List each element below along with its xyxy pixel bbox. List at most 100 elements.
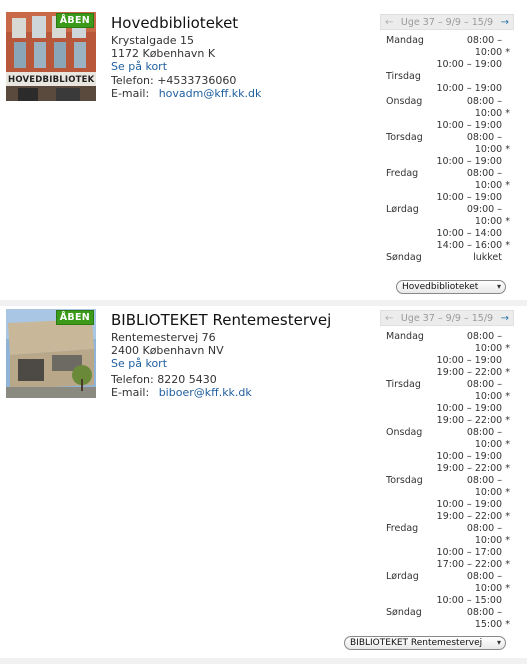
hours-text: 10:00 * [474, 144, 510, 155]
email-line: E-mail: biboer@kff.kk.dk [111, 386, 351, 399]
schedule-row: 10:00 – 19:00 [386, 192, 510, 204]
hours-text: 19:00 – 22:00 * [436, 463, 510, 474]
library-info: BIBLIOTEKET Rentemestervej Rentemesterve… [111, 311, 351, 399]
schedule-row: 10:00 – 17:00 [386, 547, 510, 559]
day-name: Torsdag [386, 475, 423, 486]
hours-text: 10:00 * [474, 108, 510, 119]
library-info: Hovedbiblioteket Krystalgade 15 1172 Køb… [111, 14, 351, 100]
schedule-row: Lørdag 08:00 – [386, 571, 510, 583]
hours-text: 10:00 * [474, 535, 510, 546]
schedule-row: Fredag 08:00 – [386, 523, 510, 535]
schedule-row: 10:00 * [386, 47, 510, 59]
hours-text: 10:00 – 19:00 [436, 355, 502, 366]
email-link[interactable]: hovadm@kff.kk.dk [159, 87, 262, 100]
hours-text: 10:00 – 19:00 [436, 59, 502, 70]
day-name: Tirsdag [386, 379, 421, 390]
day-name: Mandag [386, 331, 424, 342]
schedule-row: 10:00 * [386, 144, 510, 156]
map-link[interactable]: Se på kort [111, 60, 351, 73]
open-status-badge: ÅBEN [55, 13, 94, 28]
hours-text: 10:00 * [474, 180, 510, 191]
hours-text: 08:00 – [466, 571, 502, 582]
schedule-row: 19:00 – 22:00 * [386, 367, 510, 379]
hours-text: 10:00 – 17:00 [436, 547, 502, 558]
postal-city: 2400 København NV [111, 344, 224, 357]
schedule-row: Tirsdag 08:00 – [386, 379, 510, 391]
opening-hours: ← Uge 37 – 9/9 – 15/9 → Mandag 08:00 – 1… [344, 310, 514, 652]
schedule-row: Mandag 08:00 – [386, 35, 510, 47]
hours-text: 10:00 – 19:00 [436, 451, 502, 462]
schedule-row: 19:00 – 22:00 * [386, 463, 510, 475]
email-label: E-mail: [111, 87, 150, 100]
day-name: Onsdag [386, 96, 423, 107]
map-link[interactable]: Se på kort [111, 357, 351, 370]
hours-text: 10:00 * [474, 343, 510, 354]
street-address: Krystalgade 15 [111, 34, 195, 47]
schedule-row: 10:00 * [386, 391, 510, 403]
schedule-row: 10:00 – 19:00 [386, 499, 510, 511]
card-divider [0, 658, 527, 664]
phone-line: Telefon: 8220 5430 [111, 373, 217, 386]
library-select-value: BIBLIOTEKET Rentemestervej [350, 638, 483, 648]
hours-text: 10:00 – 19:00 [436, 120, 502, 131]
schedule-row: 10:00 * [386, 108, 510, 120]
schedule-row: Onsdag 08:00 – [386, 427, 510, 439]
schedule-row: 10:00 – 19:00 [386, 403, 510, 415]
day-name: Fredag [386, 523, 419, 534]
schedule-row: 10:00 – 19:00 [386, 59, 510, 71]
hours-text: 08:00 – [466, 132, 502, 143]
email-link[interactable]: biboer@kff.kk.dk [159, 386, 252, 399]
next-week-arrow-icon[interactable]: → [501, 313, 509, 324]
hours-text: 19:00 – 22:00 * [436, 367, 510, 378]
hours-text: 09:00 – [466, 204, 502, 215]
library-card-hovedbiblioteket: HOVEDBIBLIOTEK ÅBEN Hovedbiblioteket Kry… [0, 0, 527, 300]
hours-text: 08:00 – [466, 607, 502, 618]
schedule-row: 10:00 * [386, 535, 510, 547]
schedule-row: 10:00 – 15:00 [386, 595, 510, 607]
schedule-row: 19:00 – 22:00 * [386, 415, 510, 427]
prev-week-arrow-icon[interactable]: ← [385, 313, 393, 324]
day-name: Torsdag [386, 132, 423, 143]
day-name: Fredag [386, 168, 419, 179]
day-name: Tirsdag [386, 71, 421, 82]
street-address: Rentemestervej 76 [111, 331, 216, 344]
schedule-row: 10:00 – 19:00 [386, 83, 510, 95]
hours-text: 10:00 – 15:00 [436, 595, 502, 606]
schedule-row: Søndag 08:00 – [386, 607, 510, 619]
library-name: BIBLIOTEKET Rentemestervej [111, 311, 332, 329]
schedule-row: 10:00 – 19:00 [386, 156, 510, 168]
schedule-row: Torsdag 08:00 – [386, 132, 510, 144]
hours-text: 19:00 – 22:00 * [436, 511, 510, 522]
hours-text: 08:00 – [466, 427, 502, 438]
day-name: Søndag [386, 607, 422, 618]
day-name: Onsdag [386, 427, 423, 438]
hours-text: 10:00 * [474, 391, 510, 402]
library-card-rentemestervej: ÅBEN BIBLIOTEKET Rentemestervej Rentemes… [0, 306, 527, 658]
schedule-row: 10:00 * [386, 487, 510, 499]
schedule-row: 10:00 – 19:00 [386, 120, 510, 132]
hours-text: 08:00 – [466, 331, 502, 342]
hours-text: 10:00 * [474, 583, 510, 594]
library-select[interactable]: BIBLIOTEKET Rentemestervej ▾ [344, 636, 506, 650]
library-select[interactable]: Hovedbiblioteket ▾ [396, 280, 506, 294]
prev-week-arrow-icon[interactable]: ← [385, 17, 393, 28]
schedule-row: Fredag 08:00 – [386, 168, 510, 180]
library-photo: ÅBEN [6, 309, 96, 398]
schedule-row: 19:00 – 22:00 * [386, 511, 510, 523]
chevron-down-icon: ▾ [496, 638, 501, 647]
schedule-row: 15:00 * [386, 619, 510, 631]
week-label: Uge 37 – 9/9 – 15/9 [400, 16, 494, 28]
schedule-row: 17:00 – 22:00 * [386, 559, 510, 571]
schedule-row: Søndag lukket [386, 252, 510, 264]
day-name: Søndag [386, 252, 422, 263]
schedule-row: 10:00 * [386, 180, 510, 192]
hours-text: 10:00 * [474, 439, 510, 450]
schedule-row: 10:00 * [386, 583, 510, 595]
postal-city: 1172 København K [111, 47, 216, 60]
phone-line: Telefon: +4533736060 [111, 74, 237, 87]
building-sign: HOVEDBIBLIOTEK [8, 75, 95, 85]
hours-text: 10:00 – 19:00 [436, 499, 502, 510]
library-select-value: Hovedbiblioteket [402, 282, 479, 292]
next-week-arrow-icon[interactable]: → [501, 17, 509, 28]
hours-text: 10:00 – 19:00 [436, 403, 502, 414]
